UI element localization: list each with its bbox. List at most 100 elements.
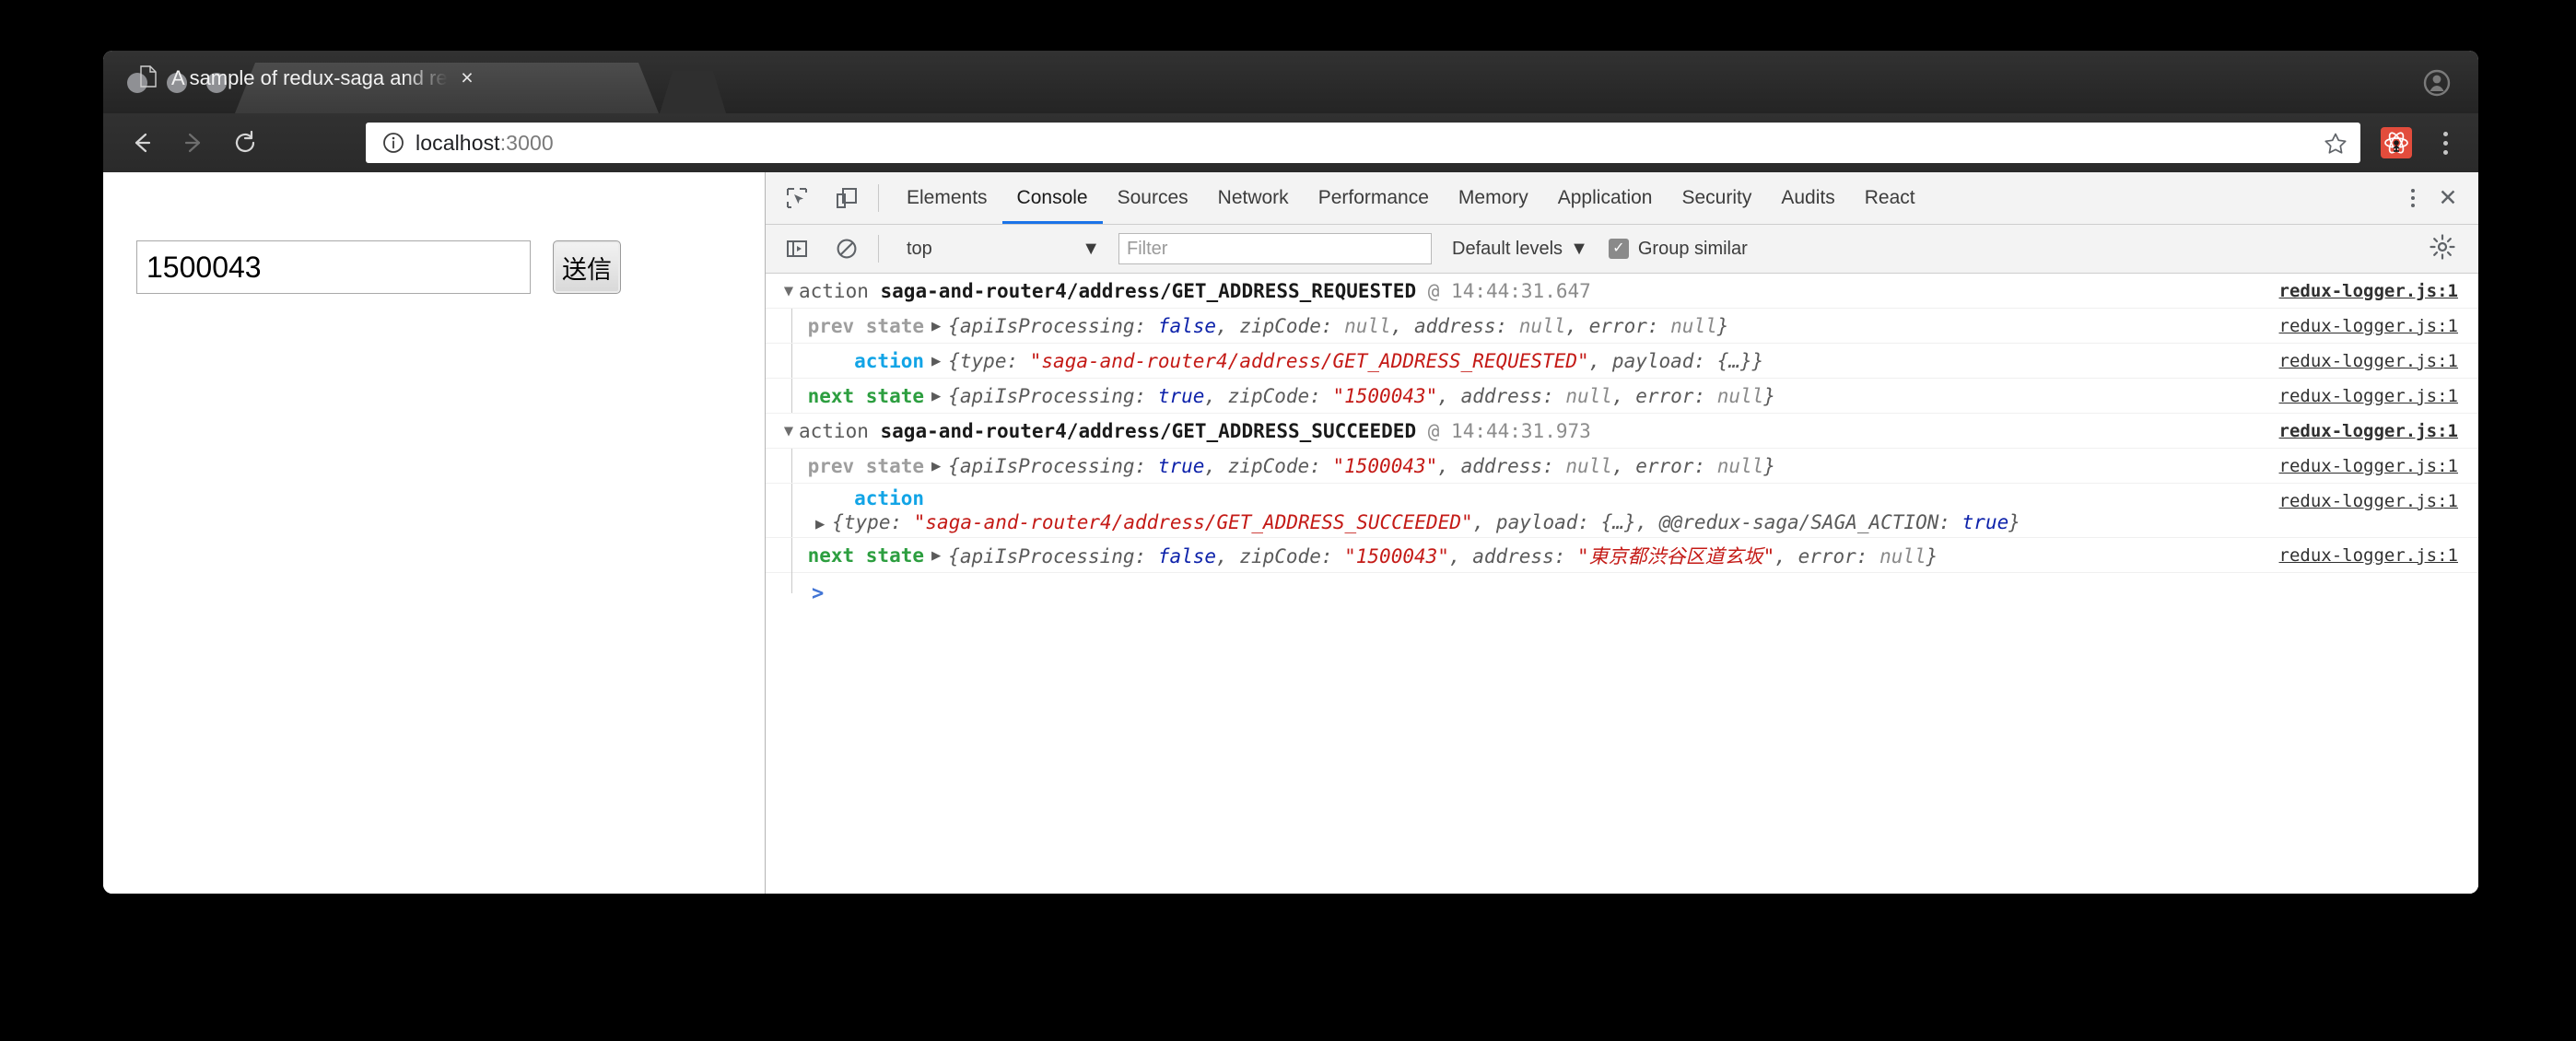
obj-part: , error: [1565, 314, 1671, 337]
console-filter-input[interactable] [1118, 233, 1432, 264]
group-similar-checkbox[interactable]: ✓ [1608, 239, 1629, 259]
row-object-preview[interactable]: {type: "saga-and-router4/address/GET_ADD… [948, 350, 1763, 372]
console-group-header[interactable]: ▼ action saga-and-router4/address/GET_AD… [766, 274, 2478, 309]
tab-performance[interactable]: Performance [1304, 172, 1444, 224]
web-page-content: 送信 [103, 172, 765, 894]
tab-sources[interactable]: Sources [1103, 172, 1203, 224]
tab-react[interactable]: React [1850, 172, 1930, 224]
back-arrow-icon[interactable] [123, 124, 160, 161]
devtools-panel: Elements Console Sources Network Perform… [766, 172, 2478, 894]
console-row-action[interactable]: action ▶ {type: "saga-and-router4/addres… [766, 344, 2478, 379]
console-group-title: action saga-and-router4/address/GET_ADDR… [799, 280, 1591, 302]
console-output[interactable]: ▼ action saga-and-router4/address/GET_AD… [766, 274, 2478, 894]
obj-part: , zipCode: [1204, 454, 1333, 477]
row-object-preview[interactable]: {apiIsProcessing: true, zipCode: "150004… [948, 455, 1775, 477]
submit-button[interactable]: 送信 [553, 240, 621, 294]
obj-part: null [1716, 384, 1764, 407]
obj-part: } [2008, 511, 2020, 533]
row-object-preview[interactable]: {apiIsProcessing: true, zipCode: "150004… [948, 385, 1775, 407]
reload-icon[interactable] [227, 124, 263, 161]
row-object-preview[interactable]: {apiIsProcessing: false, zipCode: null, … [948, 315, 1728, 337]
chrome-menu-icon[interactable] [2430, 126, 2460, 159]
execution-context-select[interactable]: top ▼ [897, 233, 1109, 264]
forward-arrow-icon[interactable] [175, 124, 212, 161]
source-link[interactable]: redux-logger.js:1 [2279, 491, 2458, 511]
tab-title[interactable]: A sample of redux-saga and redux [171, 66, 448, 90]
source-link[interactable]: redux-logger.js:1 [2279, 386, 2458, 406]
expand-triangle-icon[interactable]: ▶ [924, 352, 948, 370]
console-row-action[interactable]: action ▶ {type: "saga-and-router4/address… [766, 484, 2478, 538]
console-row-action-value[interactable]: ▶ {type: "saga-and-router4/address/GET_AD… [786, 511, 2478, 533]
console-prompt-chevron-icon: > [812, 581, 825, 605]
group-timestamp: @ 14:44:31.973 [1427, 419, 1591, 442]
source-link[interactable]: redux-logger.js:1 [2279, 281, 2458, 301]
obj-part: , zipCode: [1216, 314, 1345, 337]
log-levels-dropdown[interactable]: Default levels ▼ [1452, 239, 1588, 260]
source-link[interactable]: redux-logger.js:1 [2279, 456, 2458, 476]
group-guide-line [791, 379, 792, 413]
collapse-triangle-icon[interactable]: ▼ [779, 282, 799, 300]
expand-triangle-icon[interactable]: ▶ [924, 457, 948, 475]
log-levels-label: Default levels [1452, 238, 1563, 259]
source-link[interactable]: redux-logger.js:1 [2279, 421, 2458, 441]
devtools-tabbar-actions: ✕ [2399, 172, 2464, 224]
group-action-type: saga-and-router4/address/GET_ADDRESS_REQ… [880, 279, 1417, 302]
address-bar[interactable]: localhost:3000 [366, 123, 2360, 163]
react-devtools-extension-icon[interactable] [2381, 127, 2412, 158]
zipcode-input[interactable] [136, 240, 531, 294]
tab-application[interactable]: Application [1543, 172, 1668, 224]
console-row-next-state[interactable]: next state ▶ {apiIsProcessing: true, zip… [766, 379, 2478, 414]
obj-part: null [1670, 314, 1717, 337]
obj-part: {type: [832, 511, 914, 533]
console-row-prev-state[interactable]: prev state ▶ {apiIsProcessing: false, zi… [766, 309, 2478, 344]
clear-console-icon[interactable] [828, 230, 865, 267]
obj-part: "saga-and-router4/address/GET_ADDRESS_RE… [1029, 349, 1589, 372]
url-host: localhost [416, 130, 500, 155]
address-bar-url[interactable]: localhost:3000 [416, 131, 554, 156]
tab-close-button[interactable]: × [455, 65, 479, 89]
obj-part: true [1961, 511, 2009, 533]
console-row-prev-state[interactable]: prev state ▶ {apiIsProcessing: true, zip… [766, 449, 2478, 484]
row-object-preview[interactable]: {apiIsProcessing: false, zipCode: "15000… [948, 542, 1938, 569]
tab-audits[interactable]: Audits [1766, 172, 1849, 224]
console-row-next-state[interactable]: next state ▶ {apiIsProcessing: false, zi… [766, 538, 2478, 573]
source-link[interactable]: redux-logger.js:1 [2279, 351, 2458, 371]
expand-triangle-icon[interactable]: ▶ [924, 546, 948, 565]
tab-elements[interactable]: Elements [892, 172, 1002, 224]
device-toolbar-icon[interactable] [828, 180, 865, 216]
source-link[interactable]: redux-logger.js:1 [2279, 316, 2458, 336]
group-guide-line [791, 344, 792, 378]
group-prefix: action [799, 279, 869, 302]
console-sidebar-toggle-icon[interactable] [779, 230, 815, 267]
obj-part: null [1344, 314, 1391, 337]
devtools-close-icon[interactable]: ✕ [2432, 182, 2464, 214]
devtools-more-icon[interactable] [2399, 182, 2427, 214]
bookmark-star-icon[interactable] [2324, 132, 2348, 156]
row-object-preview[interactable]: {type: "saga-and-router4/address/GET_ADD… [832, 511, 2020, 533]
info-circle-icon[interactable] [382, 132, 404, 154]
group-guide-line [791, 538, 792, 572]
profile-avatar-icon[interactable] [2421, 67, 2453, 99]
tab-console[interactable]: Console [1001, 172, 1103, 224]
devtools-tabbar: Elements Console Sources Network Perform… [766, 172, 2478, 225]
page-icon [140, 65, 157, 88]
devtools-settings-gear-icon[interactable] [2429, 233, 2460, 264]
console-group-header[interactable]: ▼ action saga-and-router4/address/GET_AD… [766, 414, 2478, 449]
inspect-element-icon[interactable] [779, 180, 815, 216]
obj-part: } [1763, 454, 1775, 477]
obj-part: , address: [1437, 454, 1566, 477]
group-similar-toggle[interactable]: ✓ Group similar [1608, 239, 1748, 260]
expand-triangle-icon[interactable]: ▶ [924, 387, 948, 405]
collapse-triangle-icon[interactable]: ▼ [779, 422, 799, 440]
tab-memory[interactable]: Memory [1444, 172, 1543, 224]
expand-triangle-icon[interactable]: ▶ [808, 515, 832, 533]
row-label: action [854, 349, 924, 372]
tab-security[interactable]: Security [1667, 172, 1766, 224]
console-prompt[interactable]: > [766, 569, 2478, 614]
tab-network[interactable]: Network [1203, 172, 1304, 224]
obj-part: "1500043" [1332, 384, 1438, 407]
source-link[interactable]: redux-logger.js:1 [2279, 545, 2458, 566]
obj-part: , error: [1774, 544, 1880, 567]
background-tab[interactable] [660, 71, 726, 113]
expand-triangle-icon[interactable]: ▶ [924, 317, 948, 335]
